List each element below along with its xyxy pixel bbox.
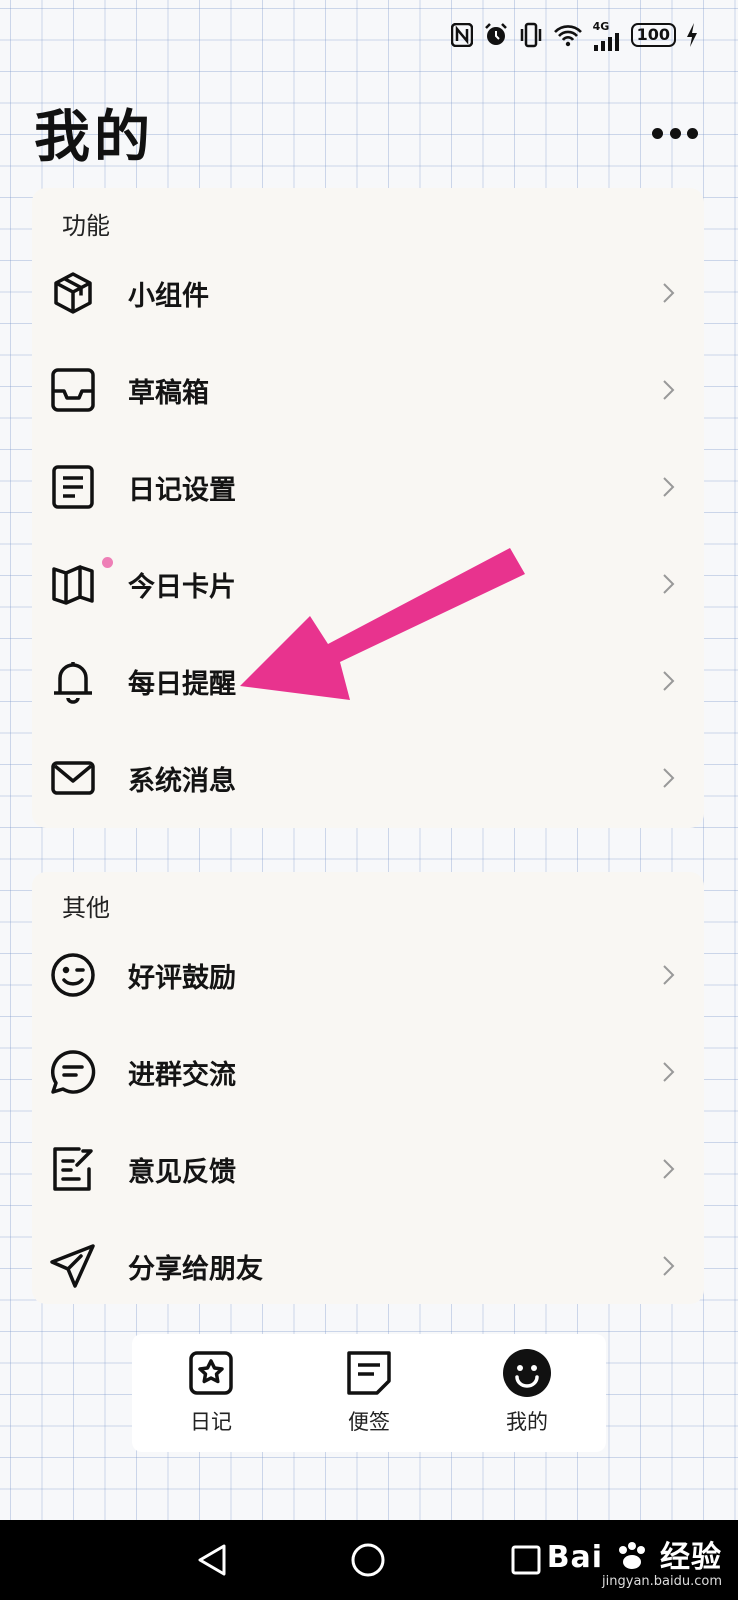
chevron-right-icon [663, 965, 675, 985]
watermark-brand: Bai [546, 1540, 604, 1575]
menu-item-label: 好评鼓励 [128, 962, 236, 994]
edit-icon [48, 1144, 98, 1194]
badge-dot [102, 557, 113, 568]
chevron-right-icon [663, 477, 675, 497]
signal-icon: 4G [593, 20, 621, 51]
tab-diary[interactable]: 日记 [132, 1334, 290, 1452]
tab-label: 我的 [506, 1410, 548, 1434]
menu-item-label: 草稿箱 [128, 377, 209, 409]
menu-item-label: 每日提醒 [128, 668, 236, 700]
mail-icon [48, 753, 98, 803]
chevron-right-icon [663, 380, 675, 400]
page-title: 我的 [34, 105, 154, 170]
more-icon-dot [652, 127, 663, 139]
menu-item-label: 进群交流 [128, 1059, 236, 1091]
inbox-icon [48, 365, 98, 415]
chevron-right-icon [663, 283, 675, 303]
chevron-right-icon [663, 768, 675, 788]
send-icon [48, 1241, 98, 1291]
alarm-icon [483, 22, 509, 48]
more-button[interactable] [652, 126, 698, 140]
wifi-icon [553, 23, 583, 47]
nfc-icon [450, 23, 473, 47]
menu-item-rate-app[interactable]: 好评鼓励 [32, 926, 704, 1024]
book-icon [48, 559, 98, 609]
tab-label: 日记 [190, 1410, 232, 1434]
section-label-functions: 功能 [62, 212, 110, 240]
chevron-right-icon [663, 1159, 675, 1179]
tab-mine[interactable]: 我的 [448, 1334, 606, 1452]
cube-icon [48, 268, 98, 318]
recent-apps-button[interactable] [506, 1540, 546, 1580]
document-icon [48, 462, 98, 512]
watermark: Bai 经验 jingyan.baidu.com [547, 1532, 722, 1589]
bottom-tab-bar: 日记 便签 我的 [132, 1334, 606, 1452]
annotation-arrow [240, 548, 525, 700]
menu-item-widgets[interactable]: 小组件 [32, 244, 704, 342]
chevron-right-icon [663, 1062, 675, 1082]
functions-card: 功能 小组件 草稿箱 日记设置 今日卡片 每日提醒 系统消息 [32, 188, 704, 828]
chevron-right-icon [663, 1256, 675, 1276]
system-nav-bar: Bai 经验 jingyan.baidu.com [0, 1520, 738, 1600]
chevron-right-icon [663, 574, 675, 594]
charging-icon [686, 23, 698, 47]
chat-icon [48, 1047, 98, 1097]
back-button[interactable] [192, 1540, 232, 1580]
tab-label: 便签 [348, 1410, 390, 1434]
note-icon [344, 1348, 394, 1398]
others-card: 其他 好评鼓励 进群交流 意见反馈 分享给朋友 [32, 872, 704, 1304]
bell-icon [48, 656, 98, 706]
baidu-paw-icon [618, 1542, 645, 1569]
home-circle-icon [351, 1543, 385, 1577]
tab-notes[interactable]: 便签 [290, 1334, 448, 1452]
menu-item-label: 系统消息 [128, 765, 236, 797]
watermark-url: jingyan.baidu.com [602, 1574, 722, 1589]
menu-item-label: 分享给朋友 [128, 1253, 263, 1285]
more-icon-dot [687, 127, 698, 139]
menu-item-drafts[interactable]: 草稿箱 [32, 341, 704, 439]
recent-square-icon [511, 1545, 541, 1575]
more-icon-dot [669, 127, 681, 139]
menu-item-system-messages[interactable]: 系统消息 [32, 729, 704, 827]
menu-item-share[interactable]: 分享给朋友 [32, 1217, 704, 1315]
smile-wink-icon [48, 950, 98, 1000]
menu-item-label: 小组件 [128, 280, 209, 312]
smiley-icon [502, 1348, 552, 1398]
vibrate-icon [519, 22, 543, 48]
battery-icon: 100 [630, 23, 676, 47]
menu-item-feedback[interactable]: 意见反馈 [32, 1120, 704, 1218]
network-type-label: 4G [592, 19, 610, 33]
menu-item-label: 意见反馈 [128, 1156, 236, 1188]
chevron-right-icon [663, 671, 675, 691]
home-button[interactable] [348, 1540, 388, 1580]
back-triangle-icon [198, 1544, 226, 1576]
menu-item-join-group[interactable]: 进群交流 [32, 1023, 704, 1121]
star-note-icon [186, 1348, 236, 1398]
menu-item-label: 今日卡片 [128, 571, 236, 603]
section-label-others: 其他 [62, 894, 110, 922]
watermark-brand-cn: 经验 [660, 1540, 722, 1575]
status-bar: 4G 100 [450, 20, 698, 51]
menu-item-diary-settings[interactable]: 日记设置 [32, 438, 704, 536]
menu-item-label: 日记设置 [128, 474, 236, 506]
